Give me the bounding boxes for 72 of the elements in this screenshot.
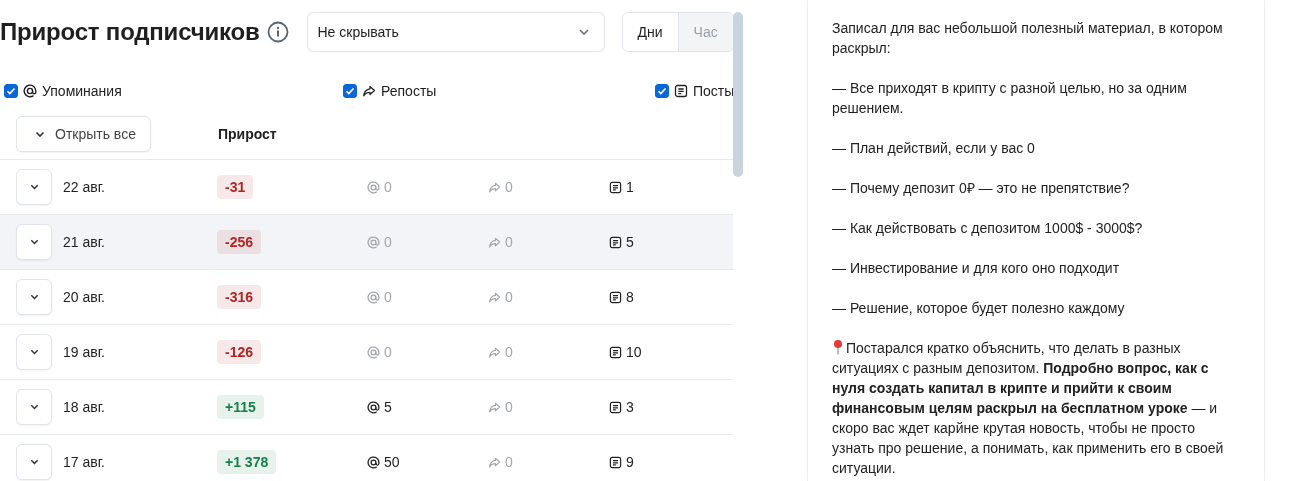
chevron-down-icon (577, 28, 590, 36)
date-cell-text: 19 авг. (63, 344, 106, 360)
reposts-count: 0 (488, 399, 609, 415)
chevron-down-icon (29, 294, 39, 300)
toggle-label: Посты (693, 83, 735, 99)
growth-badge: -256 (217, 230, 262, 254)
date-cell-text: 18 авг. (63, 399, 106, 415)
mentions-count: 0 (367, 344, 488, 360)
expand-row-button[interactable] (16, 169, 52, 205)
at-sign-icon (23, 84, 37, 98)
chevron-down-icon (29, 184, 39, 190)
mentions-count: 0 (367, 179, 488, 195)
posts-count: 8 (609, 289, 733, 305)
chevron-down-icon (29, 349, 39, 355)
date-cell-text: 21 авг. (63, 234, 106, 250)
info-icon[interactable] (266, 21, 289, 43)
date-cell-text: 17 авг. (63, 454, 106, 470)
post-paragraph: — Как действовать с депозитом 1000$ - 3000$? (832, 219, 1144, 238)
reposts-count: 0 (488, 454, 609, 470)
expand-row-button[interactable] (16, 389, 52, 425)
checkmark-icon (6, 86, 16, 96)
expand-row-button[interactable] (16, 334, 52, 370)
checkmark-icon (657, 86, 667, 96)
column-header: Прирост (217, 126, 277, 142)
expand-row-button[interactable] (16, 224, 52, 260)
date-cell-text: 20 авг. (63, 289, 106, 305)
chevron-down-icon (35, 130, 45, 138)
posts-count: 10 (609, 344, 733, 360)
mentions-count: 0 (367, 289, 488, 305)
post-paragraph: Записал для вас небольшой полезный материал, в котором раскрыл: (832, 19, 1224, 58)
filter-dropdown[interactable]: Не скрывать (306, 12, 605, 52)
reposts-count: 0 (488, 289, 609, 305)
document-icon (674, 84, 688, 98)
share-arrow-icon (362, 84, 376, 98)
mentions-count: 5 (367, 399, 488, 415)
page-title: Прирост подписчиков (0, 18, 260, 46)
checkmark-icon (345, 86, 355, 96)
post-paragraph: Постарался кратко объяснить, что делать в разных ситуациях с разным депозитом. Подробно вопрос, как с нуля создать капитал в крипте и прийти к своим финансовым целям раскрыл на бесплатном уроке — и скоро вас ждет карйне крутая новость, чтобы не просто узнать про решение, а понимать, как применить его в своей ситуации. (832, 338, 1225, 478)
posts-count: 1 (609, 179, 733, 195)
posts-count: 5 (609, 234, 733, 250)
post-paragraph: — План действий, если у вас 0 (832, 139, 1036, 158)
posts-count: 3 (609, 399, 733, 415)
toggle-label: Упоминания (42, 83, 122, 99)
date-cell-text: 22 авг. (63, 179, 106, 195)
growth-badge: -126 (217, 340, 262, 364)
chevron-down-icon (29, 239, 39, 245)
post-paragraph: — Все приходят в крипту с разной целью, но за одним решением. (832, 79, 1188, 118)
post-paragraph: — Почему депозит 0₽ — это не препятствие? (832, 179, 1131, 198)
pin-icon (832, 339, 844, 355)
checkbox[interactable] (4, 84, 18, 98)
reposts-count: 0 (488, 179, 609, 195)
growth-badge: +1 378 (217, 450, 277, 474)
period-tab[interactable]: Дни (622, 13, 679, 51)
chevron-down-icon (29, 404, 39, 410)
checkbox[interactable] (655, 84, 669, 98)
chevron-down-icon (29, 459, 39, 465)
reposts-count: 0 (488, 234, 609, 250)
growth-badge: -31 (217, 175, 254, 199)
growth-badge: -316 (217, 285, 262, 309)
growth-badge: +115 (217, 395, 264, 419)
post-paragraph: — Инвестирование и для кого оно подходит (832, 259, 1121, 278)
mentions-count: 0 (367, 234, 488, 250)
expand-row-button[interactable] (16, 279, 52, 315)
toggle-label: Репосты (381, 83, 437, 99)
mentions-count: 50 (367, 454, 488, 470)
expand-all-button[interactable]: Открыть все (16, 116, 151, 152)
post-paragraph: — Решение, которое будет полезно каждому (832, 299, 1126, 318)
scrollbar[interactable] (733, 12, 743, 177)
reposts-count: 0 (488, 344, 609, 360)
expand-row-button[interactable] (16, 444, 52, 480)
posts-count: 9 (609, 454, 733, 470)
checkbox[interactable] (343, 84, 357, 98)
